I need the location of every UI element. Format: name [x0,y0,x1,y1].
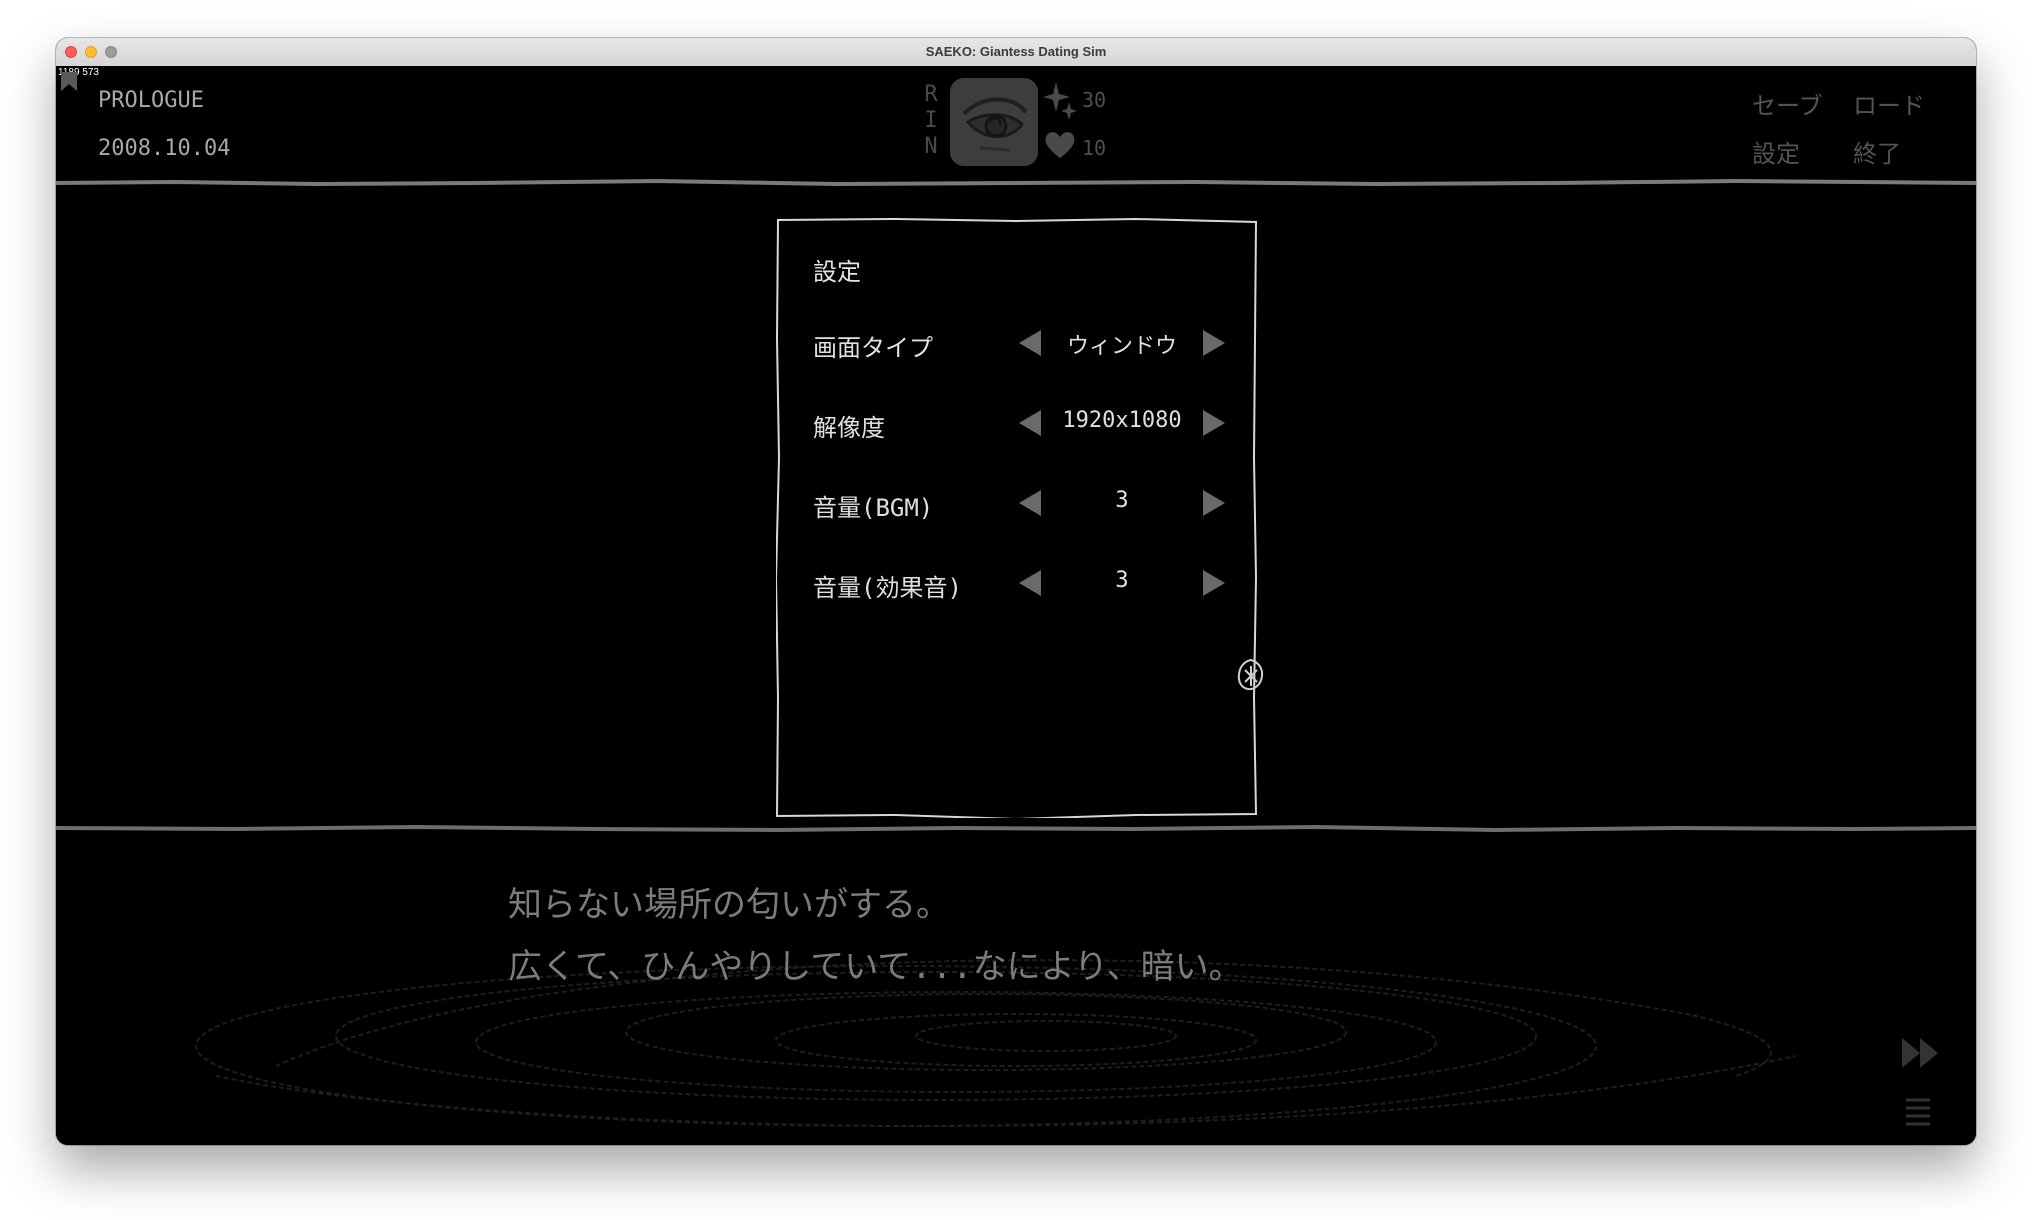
resolution-next-arrow-icon[interactable] [1199,408,1227,438]
se-volume-next-arrow-icon[interactable] [1199,568,1227,598]
chapter-label: PROLOGUE [98,88,204,113]
skip-forward-icon[interactable] [1900,1036,1942,1070]
app-window: SAEKO: Giantess Dating Sim 1189 573 PROL… [56,38,1976,1145]
dialogue-box[interactable]: 知らない場所の匂いがする。 広くて、ひんやりしていて...なにより、暗い。 [508,874,1243,998]
character-name-letter: I [924,108,938,133]
se-volume-prev-arrow-icon[interactable] [1017,568,1045,598]
screen-type-value: ウィンドウ [1066,334,1177,359]
bgm-volume-next-arrow-icon[interactable] [1199,488,1227,518]
bgm-volume-label: 音量(BGM) [813,494,934,522]
bgm-volume-value: 3 [1115,488,1129,513]
setting-row-se-volume: 音量(効果音) 3 [813,562,1233,602]
dialogue-divider [56,824,1976,833]
cursor-icon [1237,658,1264,691]
setting-row-resolution: 解像度 1920x1080 [813,402,1233,442]
se-volume-value: 3 [1115,568,1129,593]
bgm-volume-prev-arrow-icon[interactable] [1017,488,1045,518]
character-name-letter: R [924,82,938,107]
bookmark-icon [61,72,77,91]
screen-type-prev-arrow-icon[interactable] [1017,328,1045,358]
game-screen[interactable]: 1189 573 PROLOGUE 2008.10.04 R I N 30 10… [56,66,1976,1145]
save-button[interactable]: セーブ [1752,86,1823,121]
screen-type-label: 画面タイプ [813,334,933,362]
character-portrait [950,78,1038,166]
load-button[interactable]: ロード [1853,86,1925,121]
header-divider [56,178,1976,187]
resolution-prev-arrow-icon[interactable] [1017,408,1045,438]
resolution-label: 解像度 [813,414,885,442]
portrait-face-icon [950,78,1038,166]
character-name-letter: N [924,134,938,159]
setting-row-screen-type: 画面タイプ ウィンドウ [813,322,1233,362]
character-name: R I N [920,82,942,160]
sparkle-icon [1043,82,1077,120]
settings-button[interactable]: 設定 [1752,134,1800,169]
affection-count: 10 [1082,136,1107,160]
settings-title: 設定 [813,258,861,286]
dialogue-line: 知らない場所の匂いがする。 [508,885,950,925]
date-label: 2008.10.04 [98,136,231,161]
title-bar[interactable]: SAEKO: Giantess Dating Sim [56,38,1976,67]
se-volume-label: 音量(効果音) [813,574,962,602]
settings-panel: 設定 画面タイプ ウィンドウ 解像度 1920x1080 音量(BGM) 3 音… [776,218,1258,818]
setting-row-bgm-volume: 音量(BGM) 3 [813,482,1233,522]
screen-type-next-arrow-icon[interactable] [1199,328,1227,358]
heart-icon [1045,132,1075,158]
sparkle-count: 30 [1082,88,1107,112]
log-list-icon[interactable] [1900,1094,1936,1130]
window-title: SAEKO: Giantess Dating Sim [925,44,1107,59]
quit-button[interactable]: 終了 [1853,134,1901,169]
dialogue-line: 広くて、ひんやりしていて...なにより、暗い。 [508,947,1243,987]
resolution-value: 1920x1080 [1062,408,1182,433]
